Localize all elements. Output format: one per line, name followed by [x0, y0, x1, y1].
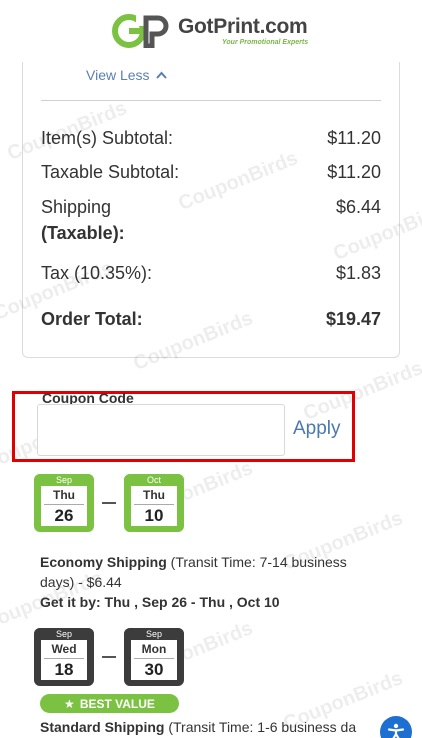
standard-date-range: Sep Wed 18 Sep Mon 30: [34, 628, 184, 686]
best-value-label: BEST VALUE: [79, 696, 155, 711]
star-icon: ★: [64, 696, 75, 711]
economy-date-range: Sep Thu 26 Oct Thu 10: [34, 474, 184, 532]
range-dash: [102, 502, 116, 504]
calendar-icon: Sep Wed 18: [34, 628, 94, 686]
shipping-value: $6.44: [335, 197, 381, 217]
chevron-up-icon: [155, 71, 167, 79]
calendar-dow: Thu: [44, 486, 84, 505]
subtotal-value: $11.20: [327, 128, 381, 148]
view-less-label: View Less: [86, 67, 150, 83]
taxable-subtotal-value: $11.20: [327, 162, 381, 182]
gotprint-logo-icon: [112, 14, 169, 48]
tax-value: $1.83: [335, 263, 381, 283]
shipping-label: Shipping: [41, 197, 112, 217]
order-summary: View Less Item(s) Subtotal: $11.20 Taxab…: [22, 62, 400, 358]
economy-shipping-name: Economy Shipping: [40, 554, 167, 570]
calendar-day: 30: [144, 660, 164, 679]
apply-coupon-button[interactable]: Apply: [293, 418, 341, 440]
subtotal-label: Item(s) Subtotal:: [41, 128, 174, 148]
calendar-icon: Oct Thu 10: [124, 474, 184, 532]
economy-get-it-by: Get it by: Thu , Sep 26 - Thu , Oct 10: [40, 594, 280, 610]
calendar-day: 26: [54, 506, 74, 525]
standard-shipping-details: (Transit Time: 1-6 business da: [164, 719, 357, 735]
standard-shipping-option[interactable]: Standard Shipping (Transit Time: 1-6 bus…: [40, 717, 385, 737]
accessibility-button[interactable]: [380, 716, 412, 738]
calendar-dow: Thu: [134, 486, 174, 505]
shipping-row: Shipping (Taxable): $6.44: [41, 194, 381, 246]
order-total-value: $19.47: [325, 309, 381, 329]
taxable-subtotal-label: Taxable Subtotal:: [41, 162, 180, 182]
calendar-dow: Wed: [44, 640, 84, 659]
order-total-row: Order Total: $19.47: [41, 306, 381, 332]
taxable-subtotal-row: Taxable Subtotal: $11.20: [41, 159, 381, 185]
summary-divider: [41, 100, 381, 101]
calendar-dow: Mon: [134, 640, 174, 659]
subtotal-row: Item(s) Subtotal: $11.20: [41, 125, 381, 151]
calendar-icon: Sep Thu 26: [34, 474, 94, 532]
tax-label: Tax (10.35%):: [41, 263, 153, 283]
accessibility-icon: [387, 723, 405, 738]
brand-tagline: Your Promotional Experts: [222, 39, 309, 46]
coupon-section: Coupon Code Apply: [12, 390, 355, 462]
tax-row: Tax (10.35%): $1.83: [41, 260, 381, 286]
coupon-code-input[interactable]: [37, 404, 285, 456]
view-less-link[interactable]: View Less: [86, 67, 167, 83]
calendar-icon: Sep Mon 30: [124, 628, 184, 686]
best-value-badge: ★ BEST VALUE: [40, 694, 179, 713]
shipping-label-taxable: (Taxable):: [41, 223, 125, 243]
header: GotPrint.com Your Promotional Experts: [0, 0, 422, 62]
calendar-day: 10: [144, 506, 164, 525]
order-total-label: Order Total:: [41, 309, 143, 329]
range-dash: [102, 656, 116, 658]
standard-shipping-name: Standard Shipping: [40, 719, 165, 735]
brand-name: GotPrint.com: [178, 15, 308, 38]
economy-shipping-option[interactable]: Economy Shipping (Transit Time: 7-14 bus…: [40, 552, 380, 612]
calendar-day: 18: [54, 660, 74, 679]
gotprint-logo[interactable]: GotPrint.com Your Promotional Experts: [112, 14, 308, 48]
